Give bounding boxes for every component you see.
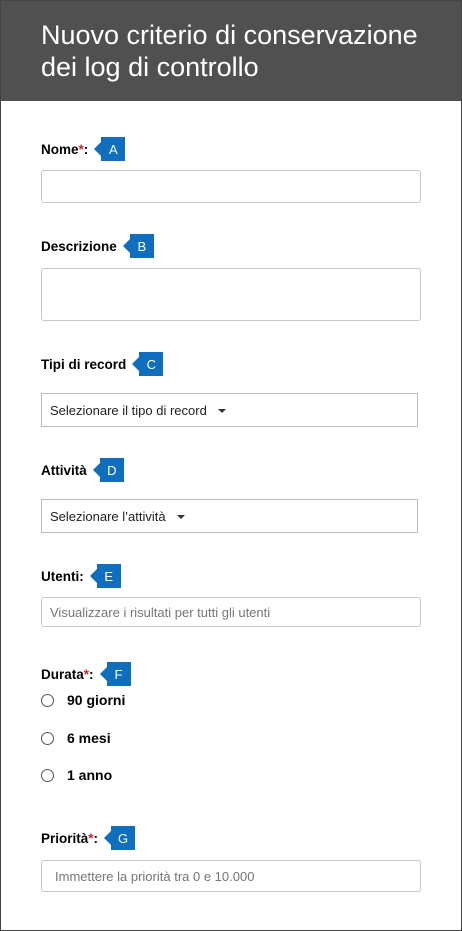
record-types-dropdown[interactable]: Selezionare il tipo di record [41, 393, 418, 427]
users-label-row: Utenti: E [41, 564, 121, 588]
duration-option-label: 90 giorni [67, 692, 126, 708]
callout-d: D [92, 458, 124, 482]
duration-option-label: 1 anno [67, 767, 113, 783]
dialog-header: Nuovo criterio di conservazione dei log … [1, 1, 461, 101]
name-input[interactable] [41, 170, 421, 203]
callout-g: G [104, 826, 136, 850]
description-label: Descrizione [41, 238, 117, 254]
description-textarea[interactable] [41, 268, 421, 321]
record-types-selected: Selezionare il tipo di record [50, 402, 207, 418]
users-label: Utenti: [41, 568, 84, 584]
radio-button[interactable] [41, 768, 54, 782]
label-colon: : [83, 141, 89, 157]
priority-label: Priorità [41, 830, 89, 846]
duration-option-6-months[interactable]: 6 mesi [41, 728, 111, 748]
radio-button[interactable] [41, 693, 54, 707]
priority-label-row: Priorità * : G [41, 826, 136, 850]
priority-input[interactable] [42, 861, 420, 891]
label-colon: : [89, 666, 94, 682]
duration-label: Durata [41, 666, 84, 682]
activities-label: Attività [41, 462, 87, 478]
duration-option-1-year[interactable]: 1 anno [41, 765, 112, 785]
callout-c: C [132, 352, 164, 376]
users-input[interactable] [42, 598, 420, 626]
record-types-label-row: Tipi di record C [41, 352, 164, 376]
users-input-wrapper[interactable] [41, 597, 421, 627]
radio-button[interactable] [41, 731, 54, 745]
description-label-row: Descrizione B [41, 234, 154, 258]
callout-b: B [122, 234, 154, 258]
chevron-down-icon [217, 408, 226, 413]
duration-option-label: 6 mesi [67, 730, 111, 746]
callout-e: E [89, 564, 121, 588]
name-label: Nome [41, 141, 79, 157]
activities-selected: Selezionare l’attività [50, 508, 166, 524]
callout-a: A [94, 137, 126, 161]
duration-option-90-days[interactable]: 90 giorni [41, 690, 125, 710]
name-label-row: Nome * : A [41, 137, 126, 161]
label-colon: : [93, 830, 99, 846]
priority-input-wrapper[interactable] [41, 860, 421, 892]
page-title: Nuovo criterio di conservazione dei log … [41, 20, 418, 82]
activities-dropdown[interactable]: Selezionare l’attività [41, 499, 418, 533]
duration-label-row: Durata * : F [41, 662, 131, 686]
activities-label-row: Attività D [41, 458, 124, 482]
chevron-down-icon [176, 514, 185, 519]
callout-f: F [99, 662, 131, 686]
record-types-label: Tipi di record [41, 356, 127, 372]
